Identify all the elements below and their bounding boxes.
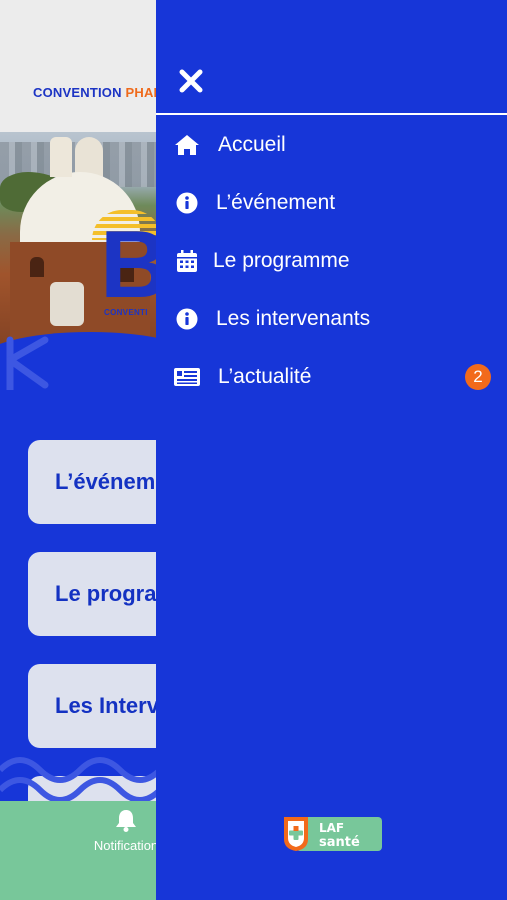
drawer-item-label: Les intervenants: [216, 307, 371, 330]
calendar-icon: [174, 248, 200, 274]
tab-notifications[interactable]: Notification: [86, 808, 166, 853]
laf-sante-logo: LAF santé: [284, 817, 382, 851]
brand-title-part1: CONVENTION: [33, 85, 126, 100]
event-button-label: L’événem: [55, 469, 156, 494]
close-icon: [179, 69, 203, 93]
hero-image: B CONVENTI: [0, 132, 160, 362]
drawer-divider: [156, 113, 507, 115]
info-icon: [174, 190, 200, 216]
hero-logo-letter: B: [100, 211, 160, 318]
home-icon: [174, 132, 200, 158]
notification-badge: 2: [465, 364, 491, 390]
balcony: [50, 282, 84, 326]
speakers-button-label: Les Interv: [55, 693, 159, 718]
drawer-item-label: Le programme: [213, 249, 350, 272]
hero-logo-text: CONVENTI: [104, 308, 148, 317]
drawer-item-evenement[interactable]: L’événement: [156, 179, 507, 227]
drawer-item-label: L’actualité: [218, 365, 312, 388]
logo-text-bottom: santé: [319, 835, 360, 850]
program-button-label: Le progra: [55, 581, 157, 606]
drawer-item-accueil[interactable]: Accueil: [156, 121, 507, 169]
drawer-item-label: L’événement: [216, 191, 336, 214]
decorative-waves: [0, 757, 163, 803]
drawer-item-actualite[interactable]: L’actualité 2: [156, 353, 507, 401]
drawer-item-label: Accueil: [218, 133, 286, 156]
drawer-item-programme[interactable]: Le programme: [156, 237, 507, 285]
brand-title: CONVENTION PHAR: [33, 85, 163, 100]
bell-icon: [116, 810, 136, 832]
tab-notifications-label: Notification: [93, 838, 159, 853]
decorative-star-icon: [6, 336, 49, 390]
close-button[interactable]: [174, 64, 208, 98]
navigation-drawer: Accueil L’événement Le programme Les int…: [156, 0, 507, 900]
logo-text-top: LAF: [319, 821, 344, 835]
info-icon: [174, 306, 200, 332]
news-icon: [174, 364, 200, 390]
drawer-item-intervenants[interactable]: Les intervenants: [156, 295, 507, 343]
